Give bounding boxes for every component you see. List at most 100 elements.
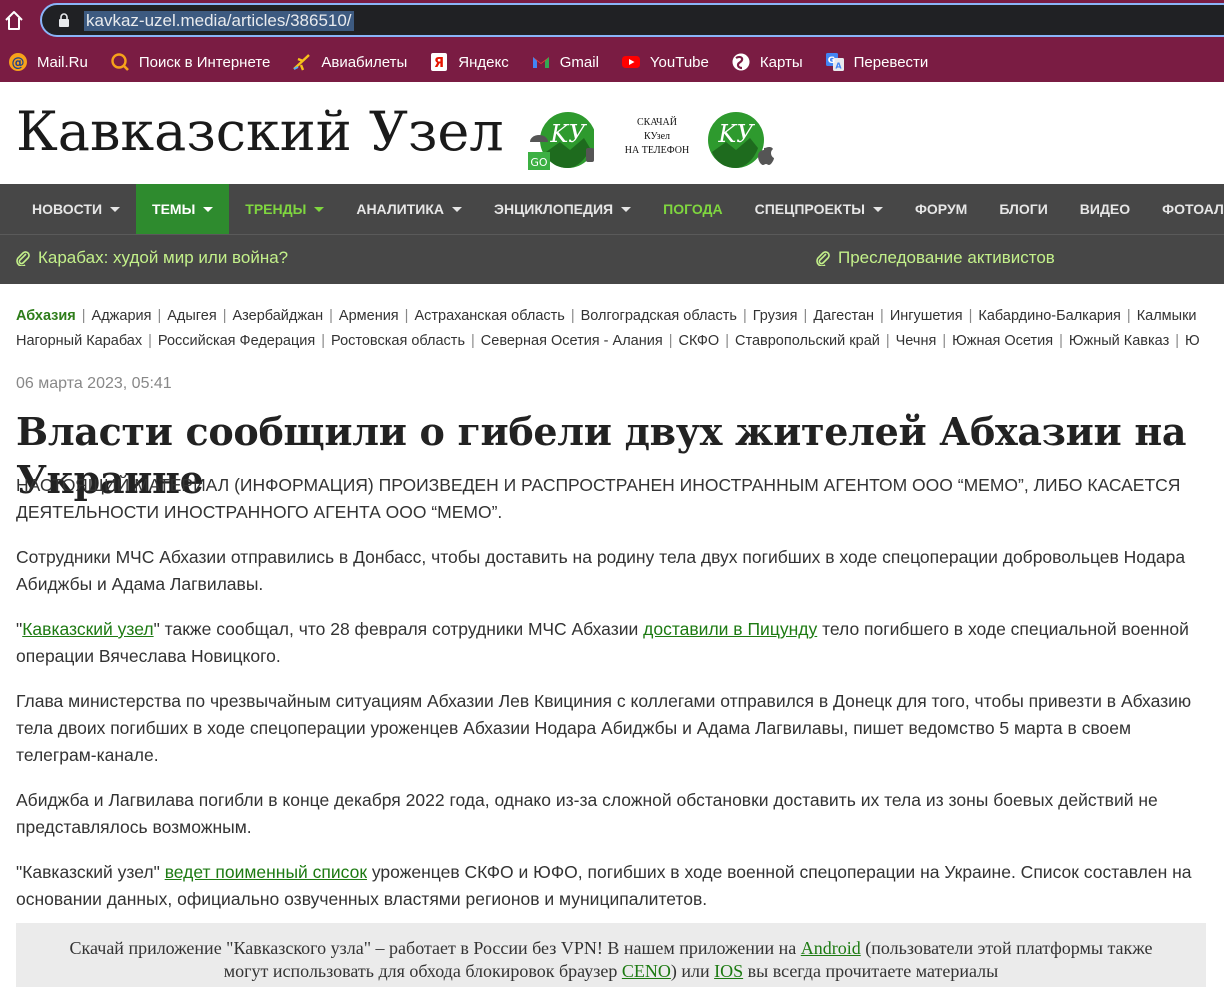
bookmark-search[interactable]: Поиск в Интернете [110,42,270,82]
nav-item-specprojects[interactable]: СПЕЦПРОЕКТЫ [739,184,899,234]
subnav-link-activists[interactable]: Преследование активистов [816,248,1055,268]
separator: | [321,333,326,349]
region-link[interactable]: Кабардино-Балкария [978,304,1121,329]
region-link[interactable]: Абхазия [16,304,76,329]
nav-label: ФОТОАЛЬБ [1162,201,1224,217]
nav-item-topics[interactable]: ТЕМЫ [136,184,230,234]
plane-icon [292,52,312,72]
youtube-icon [621,52,641,72]
nav-label: ТРЕНДЫ [245,201,307,217]
nav-label: БЛОГИ [999,201,1048,217]
nav-label: АНАЛИТИКА [356,201,444,217]
nav-label: ФОРУМ [914,201,968,217]
chevron-down-icon [110,206,121,212]
bookmark-mailru[interactable]: @ Mail.Ru [8,42,88,82]
link-named-list[interactable]: ведет поименный список [165,862,367,882]
nav-item-forum[interactable]: ФОРУМ [899,184,983,234]
app-download-promo[interactable]: СКАЧАЙ КУзел НА ТЕЛЕФОН [615,116,699,158]
bookmark-translate[interactable]: GA Перевести [825,42,928,82]
separator: | [942,333,947,349]
gmail-icon [531,52,551,72]
nav-item-photoalbums[interactable]: ФОТОАЛЬБ [1146,184,1224,234]
region-row: Абхазия | Аджария | Адыгея | Азербайджан | Армен… [16,304,1224,329]
region-link[interactable]: Северная Осетия - Алания [481,329,663,354]
nav-item-analytics[interactable]: АНАЛИТИКА [340,184,478,234]
region-link[interactable]: Волгоградская область [581,304,737,329]
region-link[interactable]: Аджария [92,304,152,329]
chevron-down-icon [314,206,325,212]
app-promo-box: Скачай приложение "Кавказского узла" – р… [16,923,1206,987]
bookmark-label: YouTube [649,53,709,71]
region-link[interactable]: Дагестан [813,304,874,329]
trending-subnav: Карабах: худой мир или война? Преследова… [0,234,1224,284]
bookmark-youtube[interactable]: YouTube [621,42,709,82]
svg-text:KУ: KУ [549,120,587,148]
text-span: ) или [670,961,715,981]
browser-address-bar: kavkaz-uzel.media/articles/386510/ [0,0,1224,42]
separator: | [471,333,475,349]
bookmark-gmail[interactable]: Gmail [531,42,599,82]
promo-line: КУзел [643,131,671,142]
svg-text:G: G [827,56,834,66]
text-span: Скачай приложение "Кавказского узла" – р… [69,938,801,958]
svg-text:@: @ [12,56,25,71]
bookmark-label: Mail.Ru [37,53,88,71]
ios-app-badge[interactable]: KУ [708,112,774,170]
bookmark-maps[interactable]: Карты [731,42,803,82]
paperclip-icon [16,251,30,266]
region-link[interactable]: Ставропольский край [735,329,880,354]
badge-go-label: GO [530,156,548,169]
promo-line: СКАЧАЙ [637,117,677,128]
separator: | [725,333,729,349]
link-kavkaz-uzel[interactable]: Кавказский узел [22,619,153,639]
link-delivered-pitsunda[interactable]: доставили в Пицунду [643,619,817,639]
svg-text:Я: Я [434,56,444,71]
yandex-icon: Я [429,52,449,72]
region-link[interactable]: Чечня [896,329,937,354]
region-link[interactable]: Ростовская область [331,329,465,354]
region-link[interactable]: Ингушетия [890,304,963,329]
nav-item-weather[interactable]: ПОГОДА [647,184,739,234]
chevron-down-icon [621,206,632,212]
nav-item-blogs[interactable]: БЛОГИ [983,184,1063,234]
nav-item-trends[interactable]: ТРЕНДЫ [229,184,340,234]
link-android[interactable]: Android [801,938,861,958]
subnav-link-karabakh[interactable]: Карабах: худой мир или война? [16,248,288,268]
home-icon[interactable] [4,9,24,31]
region-link[interactable]: Грузия [753,304,798,329]
bookmark-label: Авиабилеты [321,53,408,71]
region-link[interactable]: Калмыки [1137,304,1197,329]
article-paragraph: Абиджба и Лагвилава погибли в конце дека… [16,790,1158,837]
url-omnibox[interactable]: kavkaz-uzel.media/articles/386510/ [40,3,1224,37]
region-link[interactable]: Южная Осетия [952,329,1053,354]
article-date: 06 марта 2023, 05:41 [16,375,172,392]
url-text[interactable]: kavkaz-uzel.media/articles/386510/ [84,11,354,31]
region-link[interactable]: Адыгея [167,304,216,329]
site-logo[interactable]: Кавказский Узел [16,100,504,163]
region-link[interactable]: Ю [1185,329,1200,354]
separator: | [1059,333,1063,349]
subnav-label: Карабах: худой мир или война? [38,248,289,267]
nav-item-video[interactable]: ВИДЕО [1064,184,1146,234]
separator: | [570,308,575,324]
paperclip-icon [816,251,830,266]
link-ios[interactable]: IOS [714,961,743,981]
nav-item-encyclopedia[interactable]: ЭНЦИКЛОПЕДИЯ [478,184,647,234]
apple-icon: KУ [708,112,774,168]
region-link[interactable]: Российская Федерация [158,329,315,354]
region-link[interactable]: Нагорный Карабах [16,329,142,354]
nav-label: ВИДЕО [1079,201,1131,217]
region-link[interactable]: Южный Кавказ [1069,329,1169,354]
android-app-badge[interactable]: KУ GO [528,112,596,170]
bookmark-avia[interactable]: Авиабилеты [292,42,407,82]
bookmark-yandex[interactable]: Я Яндекс [429,42,509,82]
separator: | [157,308,162,324]
region-link[interactable]: Азербайджан [232,304,323,329]
separator: | [880,308,884,324]
link-ceno[interactable]: CENO [622,961,671,981]
region-link[interactable]: Астраханская область [414,304,564,329]
text-span: "Кавказский узел" [16,862,165,882]
nav-item-news[interactable]: НОВОСТИ [16,184,136,234]
region-link[interactable]: Армения [339,304,399,329]
region-link[interactable]: СКФО [678,329,719,354]
